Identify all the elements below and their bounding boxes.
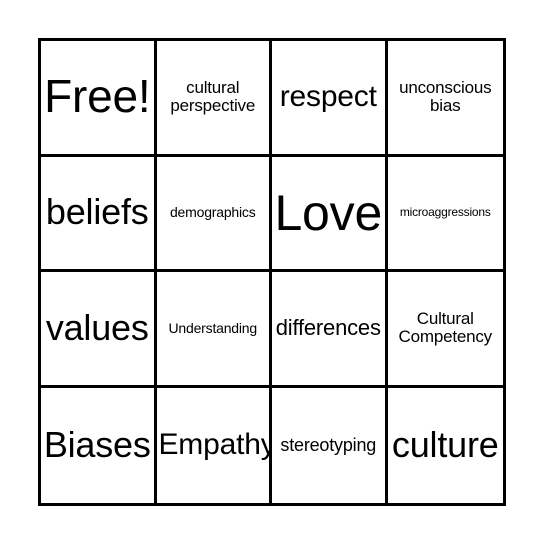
bingo-cell-label: Understanding bbox=[168, 319, 258, 336]
bingo-cell[interactable]: unconscious bias bbox=[387, 41, 503, 157]
bingo-cell-label: values bbox=[45, 306, 149, 348]
bingo-cell-label: demographics bbox=[169, 204, 256, 221]
bingo-cell-label: cultural perspective bbox=[170, 77, 256, 116]
bingo-cell-label: beliefs bbox=[45, 191, 149, 233]
bingo-cell[interactable]: cultural perspective bbox=[156, 41, 272, 157]
bingo-cell[interactable]: stereotyping bbox=[272, 387, 388, 503]
bingo-cell[interactable]: microaggressions bbox=[387, 156, 503, 272]
bingo-cell-label: culture bbox=[391, 423, 499, 465]
bingo-cell[interactable]: differences bbox=[272, 272, 388, 388]
bingo-cell-label: differences bbox=[275, 315, 381, 341]
bingo-cell-free-space[interactable]: Free! bbox=[41, 41, 157, 157]
bingo-cell[interactable]: beliefs bbox=[41, 156, 157, 272]
bingo-cell-label: unconscious bias bbox=[399, 77, 492, 116]
bingo-cell[interactable]: Empathy bbox=[156, 387, 272, 503]
bingo-cell-label: Free! bbox=[44, 70, 151, 123]
bingo-cell[interactable]: values bbox=[41, 272, 157, 388]
bingo-cell[interactable]: Love bbox=[272, 156, 388, 272]
bingo-cell-label: respect bbox=[279, 80, 377, 114]
bingo-cell[interactable]: demographics bbox=[156, 156, 272, 272]
bingo-cell-label: Cultural Competency bbox=[398, 308, 493, 347]
bingo-cell[interactable]: Understanding bbox=[156, 272, 272, 388]
bingo-cell[interactable]: Cultural Competency bbox=[387, 272, 503, 388]
bingo-cell-label: stereotyping bbox=[280, 434, 377, 455]
bingo-cell[interactable]: Biases bbox=[41, 387, 157, 503]
bingo-cell-label: Love bbox=[274, 184, 383, 241]
bingo-cell-label: Biases bbox=[43, 423, 151, 465]
bingo-cell[interactable]: culture bbox=[387, 387, 503, 503]
bingo-cell-label: Empathy bbox=[158, 428, 272, 462]
bingo-cell-label: microaggressions bbox=[399, 205, 491, 220]
bingo-card: Free! cultural perspective respect unconsci… bbox=[38, 38, 506, 506]
bingo-cell[interactable]: respect bbox=[272, 41, 388, 157]
